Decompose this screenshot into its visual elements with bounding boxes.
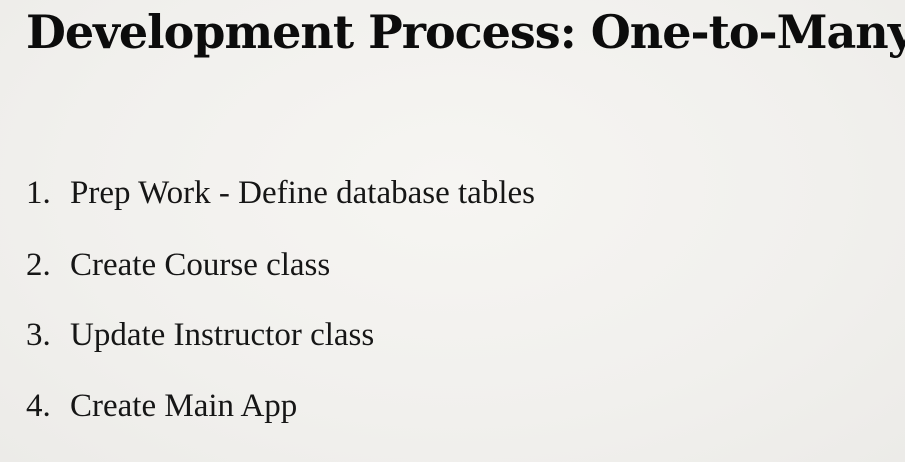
list-item-number: 2.: [26, 247, 51, 283]
list-item: 2. Create Course class: [26, 245, 330, 285]
slide: Development Process: One-to-Many 1. Prep …: [0, 0, 905, 462]
list-item-text: Create Main App: [70, 388, 298, 424]
slide-title: Development Process: One-to-Many: [26, 5, 905, 59]
list-item-number: 1.: [26, 175, 51, 211]
list-item-number: 3.: [26, 317, 51, 353]
list-item-text: Prep Work - Define database tables: [70, 175, 535, 211]
list-item: 4. Create Main App: [26, 386, 297, 426]
list-item-number: 4.: [26, 388, 51, 424]
list-item: 3. Update Instructor class: [26, 315, 374, 355]
list-item-text: Update Instructor class: [70, 317, 375, 353]
list-item: 1. Prep Work - Define database tables: [26, 173, 535, 213]
list-item-text: Create Course class: [70, 247, 331, 283]
